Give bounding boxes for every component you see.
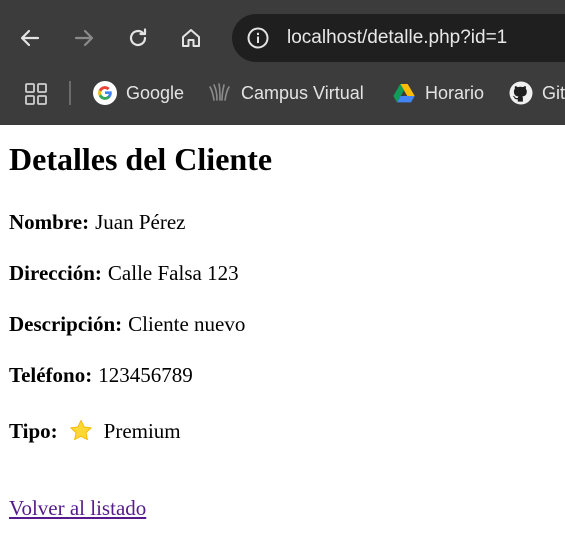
github-icon <box>509 81 533 105</box>
field-value: Premium <box>103 419 181 443</box>
bookmark-label: Git <box>542 82 565 103</box>
field-descripcion: Descripción: Cliente nuevo <box>9 311 245 337</box>
url-text[interactable]: localhost/detalle.php?id=1 <box>287 26 507 50</box>
bookmarks-divider <box>69 81 71 105</box>
page-title: Detalles del Cliente <box>9 141 273 177</box>
browser-toolbar: localhost/detalle.php?id=1 <box>0 0 565 70</box>
field-value: Juan Pérez <box>95 210 186 234</box>
field-label: Tipo: <box>9 419 58 443</box>
arrow-right-icon <box>74 29 94 47</box>
bookmarks-bar: Google Campus Virtual Horario Git <box>0 70 565 118</box>
address-bar[interactable]: localhost/detalle.php?id=1 <box>232 14 565 62</box>
reload-icon <box>129 28 147 47</box>
bookmark-label: Horario <box>425 82 485 103</box>
campus-virtual-icon <box>209 83 230 101</box>
bookmark-label: Campus Virtual <box>241 82 364 103</box>
bookmark-campus-virtual[interactable]: Campus Virtual <box>208 79 364 107</box>
back-to-list-link[interactable]: Volver al listado <box>9 495 146 521</box>
field-value: Calle Falsa 123 <box>107 261 239 285</box>
reload-button[interactable] <box>122 22 154 54</box>
arrow-left-icon <box>20 29 40 47</box>
apps-grid-icon[interactable] <box>24 82 48 106</box>
field-label: Dirección: <box>9 261 102 285</box>
bookmark-google[interactable]: Google <box>93 79 184 107</box>
google-icon <box>93 81 117 105</box>
bookmark-git[interactable]: Git <box>509 79 565 107</box>
browser-chrome: localhost/detalle.php?id=1 Google Campus… <box>0 0 565 125</box>
site-info-icon[interactable] <box>246 26 270 50</box>
field-tipo: Tipo: Premium <box>9 418 181 444</box>
field-nombre: Nombre: Juan Pérez <box>9 209 185 235</box>
bookmark-horario[interactable]: Horario <box>392 79 484 107</box>
home-button[interactable] <box>175 22 207 54</box>
field-direccion: Dirección: Calle Falsa 123 <box>9 260 239 286</box>
field-value: 123456789 <box>98 363 193 387</box>
field-value: Cliente nuevo <box>128 312 246 336</box>
bookmark-label: Google <box>126 82 185 103</box>
field-label: Teléfono: <box>9 363 93 387</box>
field-label: Descripción: <box>9 312 123 336</box>
home-icon <box>182 29 200 47</box>
google-drive-icon <box>393 84 415 103</box>
star-icon <box>69 419 92 441</box>
field-label: Nombre: <box>9 210 90 234</box>
back-button[interactable] <box>14 22 46 54</box>
field-telefono: Teléfono: 123456789 <box>9 362 193 388</box>
forward-button[interactable] <box>68 22 100 54</box>
